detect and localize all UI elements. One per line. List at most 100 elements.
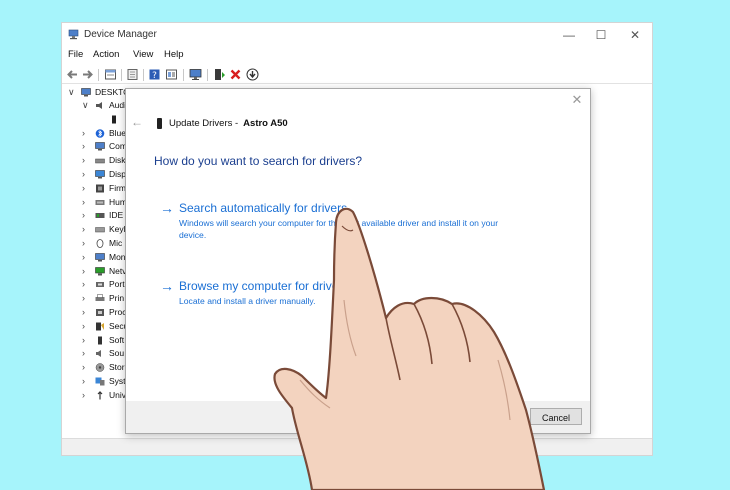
tree-item-5[interactable]: › Disp: [62, 168, 132, 181]
chevron-down-icon[interactable]: ∨: [82, 99, 89, 112]
dialog-close-button[interactable]: ✕: [570, 93, 584, 107]
keyboard-icon: [95, 227, 105, 233]
chevron-right-icon[interactable]: ›: [82, 127, 85, 140]
tree-item-17[interactable]: › Soft: [62, 334, 132, 347]
chevron-right-icon[interactable]: ›: [82, 375, 85, 388]
browse-computer-option[interactable]: → Browse my computer for drivers Locate …: [160, 279, 520, 309]
tree-item-4[interactable]: › Disk: [62, 154, 132, 167]
tree-item-10[interactable]: › Mic: [62, 237, 132, 250]
download-icon[interactable]: [246, 68, 259, 81]
chevron-right-icon[interactable]: ›: [82, 237, 85, 250]
chevron-right-icon[interactable]: ›: [82, 320, 85, 333]
software-icon: [98, 336, 102, 345]
chevron-right-icon[interactable]: ›: [82, 265, 85, 278]
chevron-right-icon[interactable]: ›: [82, 209, 85, 222]
tree-item-19[interactable]: › Stor: [62, 361, 132, 374]
driver-icon[interactable]: [126, 68, 139, 81]
tree-item-16[interactable]: › Secu: [62, 320, 132, 333]
search-automatically-option[interactable]: → Search automatically for drivers Windo…: [160, 201, 520, 241]
option-title[interactable]: Browse my computer for drivers: [179, 279, 348, 293]
forward-icon[interactable]: [81, 68, 94, 81]
update-drivers-dialog: ✕ ← Update Drivers - Astro A50 How do you…: [125, 88, 591, 434]
chevron-right-icon[interactable]: ›: [82, 140, 85, 153]
tree-item-label: Soft: [109, 334, 125, 345]
tree-item-14[interactable]: › Prin: [62, 292, 132, 305]
tree-item-11[interactable]: › Mon: [62, 251, 132, 264]
menu-help[interactable]: Help: [164, 49, 184, 60]
uninstall-icon[interactable]: [229, 68, 242, 81]
tree-item-21[interactable]: › Univ: [62, 389, 132, 402]
chevron-right-icon[interactable]: ›: [82, 154, 85, 167]
tree-item-label: IDE: [109, 210, 124, 221]
dialog-title: Update Drivers - Astro A50: [169, 118, 288, 129]
tree-item-label: Sou: [109, 348, 125, 359]
mouse-icon: [96, 239, 104, 248]
menu-view[interactable]: View: [133, 49, 153, 60]
option-description: Windows will search your computer for th…: [179, 218, 499, 240]
tree-item-8[interactable]: › IDE: [62, 209, 132, 222]
tree-item-6[interactable]: › Firm: [62, 182, 132, 195]
option-title[interactable]: Search automatically for drivers: [179, 201, 347, 215]
device-name: Astro A50: [243, 118, 288, 129]
ide-icon: [95, 213, 105, 219]
tree-item-7[interactable]: › Hum: [62, 196, 132, 209]
tree-item-label: Audi: [109, 100, 127, 110]
properties-icon[interactable]: [104, 68, 117, 81]
tree-item-0[interactable]: ∨ Audi: [62, 99, 132, 112]
processor-icon: [96, 309, 104, 316]
minimize-button[interactable]: —: [554, 26, 584, 44]
chevron-right-icon[interactable]: ›: [82, 347, 85, 360]
tree-item-label: Blue: [109, 127, 127, 138]
tree-item-15[interactable]: › Proc: [62, 306, 132, 319]
tree-item-label: Mic: [109, 238, 123, 248]
storage-icon: [95, 363, 105, 372]
chevron-right-icon[interactable]: ›: [82, 292, 85, 305]
status-bar: [62, 438, 652, 455]
update-driver-icon[interactable]: [213, 68, 226, 81]
tree-item-9[interactable]: › Keyl: [62, 223, 132, 236]
chevron-right-icon[interactable]: ›: [82, 223, 85, 236]
chevron-right-icon[interactable]: ›: [82, 361, 85, 374]
svg-text:?: ?: [152, 71, 157, 81]
help-icon[interactable]: ?: [148, 68, 161, 81]
firmware-icon: [96, 184, 104, 193]
tree-item-label: Port: [109, 279, 125, 290]
maximize-button[interactable]: ☐: [586, 26, 616, 44]
system-icon: [95, 377, 105, 386]
chevron-down-icon[interactable]: ∨: [68, 86, 75, 99]
tree-root[interactable]: ∨ DESKTO: [48, 86, 130, 99]
headset-icon: [112, 115, 116, 124]
printer-icon: [95, 294, 105, 302]
computer-icon: [81, 88, 91, 97]
chevron-right-icon[interactable]: ›: [82, 196, 85, 209]
monitor-icon[interactable]: [189, 68, 202, 81]
tree-item-2[interactable]: › Blue: [62, 127, 132, 140]
menu-action[interactable]: Action: [93, 49, 119, 60]
menu-file[interactable]: File: [68, 49, 83, 60]
view-icon[interactable]: [165, 68, 178, 81]
arrow-right-icon: →: [160, 200, 174, 216]
back-icon[interactable]: [66, 68, 79, 81]
sound-icon: [96, 350, 101, 358]
chevron-right-icon[interactable]: ›: [82, 182, 85, 195]
hid-icon: [95, 199, 105, 205]
dialog-title-text: Update Drivers -: [169, 118, 239, 129]
chevron-right-icon[interactable]: ›: [82, 334, 85, 347]
dialog-footer: Cancel: [126, 401, 590, 433]
tree-item-1[interactable]: [62, 113, 132, 126]
tree-item-3[interactable]: › Com: [62, 140, 132, 153]
close-button[interactable]: ✕: [620, 26, 650, 44]
bluetooth-icon: [95, 128, 105, 138]
tree-item-12[interactable]: › Netv: [62, 265, 132, 278]
chevron-right-icon[interactable]: ›: [82, 278, 85, 291]
tree-item-label: Stor: [109, 362, 125, 373]
back-arrow-icon[interactable]: ←: [131, 115, 143, 129]
tree-item-18[interactable]: › Sou: [62, 347, 132, 360]
tree-item-20[interactable]: › Syst: [62, 375, 132, 388]
chevron-right-icon[interactable]: ›: [82, 389, 85, 402]
chevron-right-icon[interactable]: ›: [82, 251, 85, 264]
tree-item-13[interactable]: › Port: [62, 278, 132, 291]
chevron-right-icon[interactable]: ›: [82, 168, 85, 181]
chevron-right-icon[interactable]: ›: [82, 306, 85, 319]
cancel-button[interactable]: Cancel: [530, 408, 582, 425]
